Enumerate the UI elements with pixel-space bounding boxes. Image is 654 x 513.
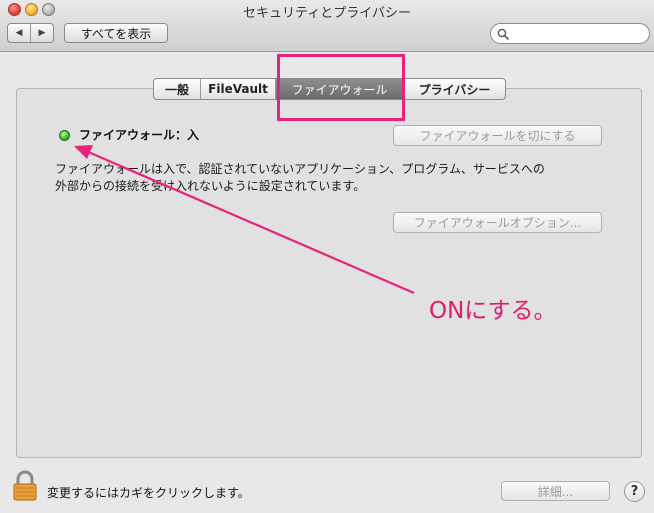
annotation-text: ONにする。 <box>429 298 557 324</box>
annotation-arrow <box>74 145 415 295</box>
